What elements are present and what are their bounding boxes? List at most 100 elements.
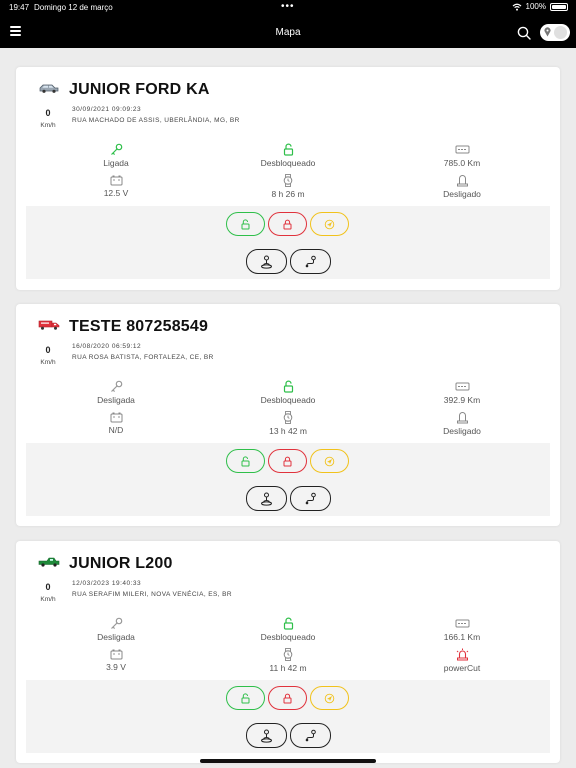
speed-value: 0 [45,345,51,355]
speed-unit: Km/h [40,596,56,603]
page-title: Mapa [275,27,301,38]
person-pin-icon [261,492,272,506]
voltage-label: N/D [108,425,124,435]
duration-label: 11 h 42 m [269,663,307,673]
vehicle-card-2[interactable]: TESTE 807258549 0 Km/h 16/08/2020 06:59:… [16,304,560,526]
nav-bar: Mapa [0,20,576,46]
stopped-duration: 11 h 42 m [228,648,348,673]
toggle-knob [554,26,567,39]
navigation-icon [324,693,335,703]
odometer: 392.9 Km [402,380,522,405]
home-indicator[interactable] [200,759,376,763]
alarm-label: Desligado [443,189,481,199]
unlock-button[interactable] [226,686,265,710]
status-time: 19:47 [9,3,30,12]
unlock-icon [283,380,293,393]
navigation-icon [324,219,335,229]
key-icon [110,617,122,630]
odometer-icon [455,382,469,391]
key-icon [110,143,122,156]
battery-voltage: N/D [56,411,176,435]
ignition-status: Desligada [56,617,176,642]
lock-icon [283,456,292,466]
navigate-button[interactable] [310,212,349,236]
car-icon [39,84,59,93]
odometer-label: 166.1 Km [443,632,481,642]
stopped-duration: 13 h 42 m [228,411,348,436]
duration-label: 13 h 42 m [269,426,307,436]
odometer-label: 392.9 Km [443,395,481,405]
route-button[interactable] [290,486,331,511]
unlock-icon [283,143,293,156]
vehicle-address: RUA SERAFIM MILERI, NOVA VENÉCIA, ES, BR [72,591,232,598]
lock-status: Desbloqueado [228,617,348,642]
unlock-icon [283,617,293,630]
odometer-icon [455,145,469,154]
status-bar: 19:47 Domingo 12 de março ••• 100% [0,0,576,14]
vehicle-card-3[interactable]: JUNIOR L200 0 Km/h 12/03/2023 19:40:33 R… [16,541,560,763]
last-update-datetime: 16/08/2020 06:59:12 [72,343,142,350]
speed-unit: Km/h [40,122,56,129]
unlock-button[interactable] [226,212,265,236]
vehicle-name: JUNIOR FORD KA [69,81,210,98]
ignition-status: Desligada [56,380,176,405]
watch-icon [283,174,293,187]
search-icon[interactable] [517,26,531,40]
anchor-button[interactable] [246,249,287,274]
command-panel [26,443,550,516]
vehicle-icon [38,318,60,336]
battery-icon [550,2,568,11]
status-date: Domingo 12 de março [34,3,113,12]
unlock-icon [241,692,250,703]
lock-status: Desbloqueado [228,143,348,168]
navigation-icon [324,456,335,466]
alarm-label: powerCut [443,663,481,673]
speed-unit: Km/h [40,359,56,366]
command-panel [26,206,550,279]
watch-icon [283,648,293,661]
lock-label: Desbloqueado [260,632,316,642]
multitask-dots[interactable]: ••• [281,1,295,12]
siren-icon [456,648,468,661]
vehicle-card-1[interactable]: JUNIOR FORD KA 0 Km/h 30/09/2021 09:09:2… [16,67,560,290]
pickup-icon [38,557,60,567]
unlock-button[interactable] [226,449,265,473]
alarm-status: Desligado [402,411,522,436]
anchor-button[interactable] [246,723,287,748]
last-update-datetime: 30/09/2021 09:09:23 [72,106,142,113]
battery-voltage: 12.5 V [56,174,176,198]
vehicle-address: RUA MACHADO DE ASSIS, UBERLÂNDIA, MG, BR [72,117,240,124]
map-toggle[interactable] [540,24,570,41]
top-bar: 19:47 Domingo 12 de março ••• 100% Mapa [0,0,576,48]
vehicle-icon [38,81,60,99]
last-update-datetime: 12/03/2023 19:40:33 [72,580,142,587]
car-battery-icon [110,412,122,423]
lock-icon [283,219,292,229]
anchor-button[interactable] [246,486,287,511]
stopped-duration: 8 h 26 m [228,174,348,199]
car-battery-icon [110,175,122,186]
watch-icon [283,411,293,424]
lock-status: Desbloqueado [228,380,348,405]
odometer-icon [455,619,469,628]
speed-value: 0 [45,582,51,592]
lock-button[interactable] [268,686,307,710]
speed-value: 0 [45,108,51,118]
odometer-label: 785.0 Km [443,158,481,168]
battery-percent: 100% [525,2,546,11]
vehicle-name: TESTE 807258549 [69,318,209,335]
ignition-label: Desligada [97,632,135,642]
lock-label: Desbloqueado [260,158,316,168]
alarm-status: Desligado [402,174,522,199]
odometer: 166.1 Km [402,617,522,642]
navigate-button[interactable] [310,449,349,473]
odometer: 785.0 Km [402,143,522,168]
lock-button[interactable] [268,212,307,236]
route-button[interactable] [290,723,331,748]
lock-button[interactable] [268,449,307,473]
location-pin-icon [544,27,551,37]
unlock-icon [241,455,250,466]
vehicle-address: RUA ROSA BATISTA, FORTALEZA, CE, BR [72,354,214,361]
route-button[interactable] [290,249,331,274]
navigate-button[interactable] [310,686,349,710]
